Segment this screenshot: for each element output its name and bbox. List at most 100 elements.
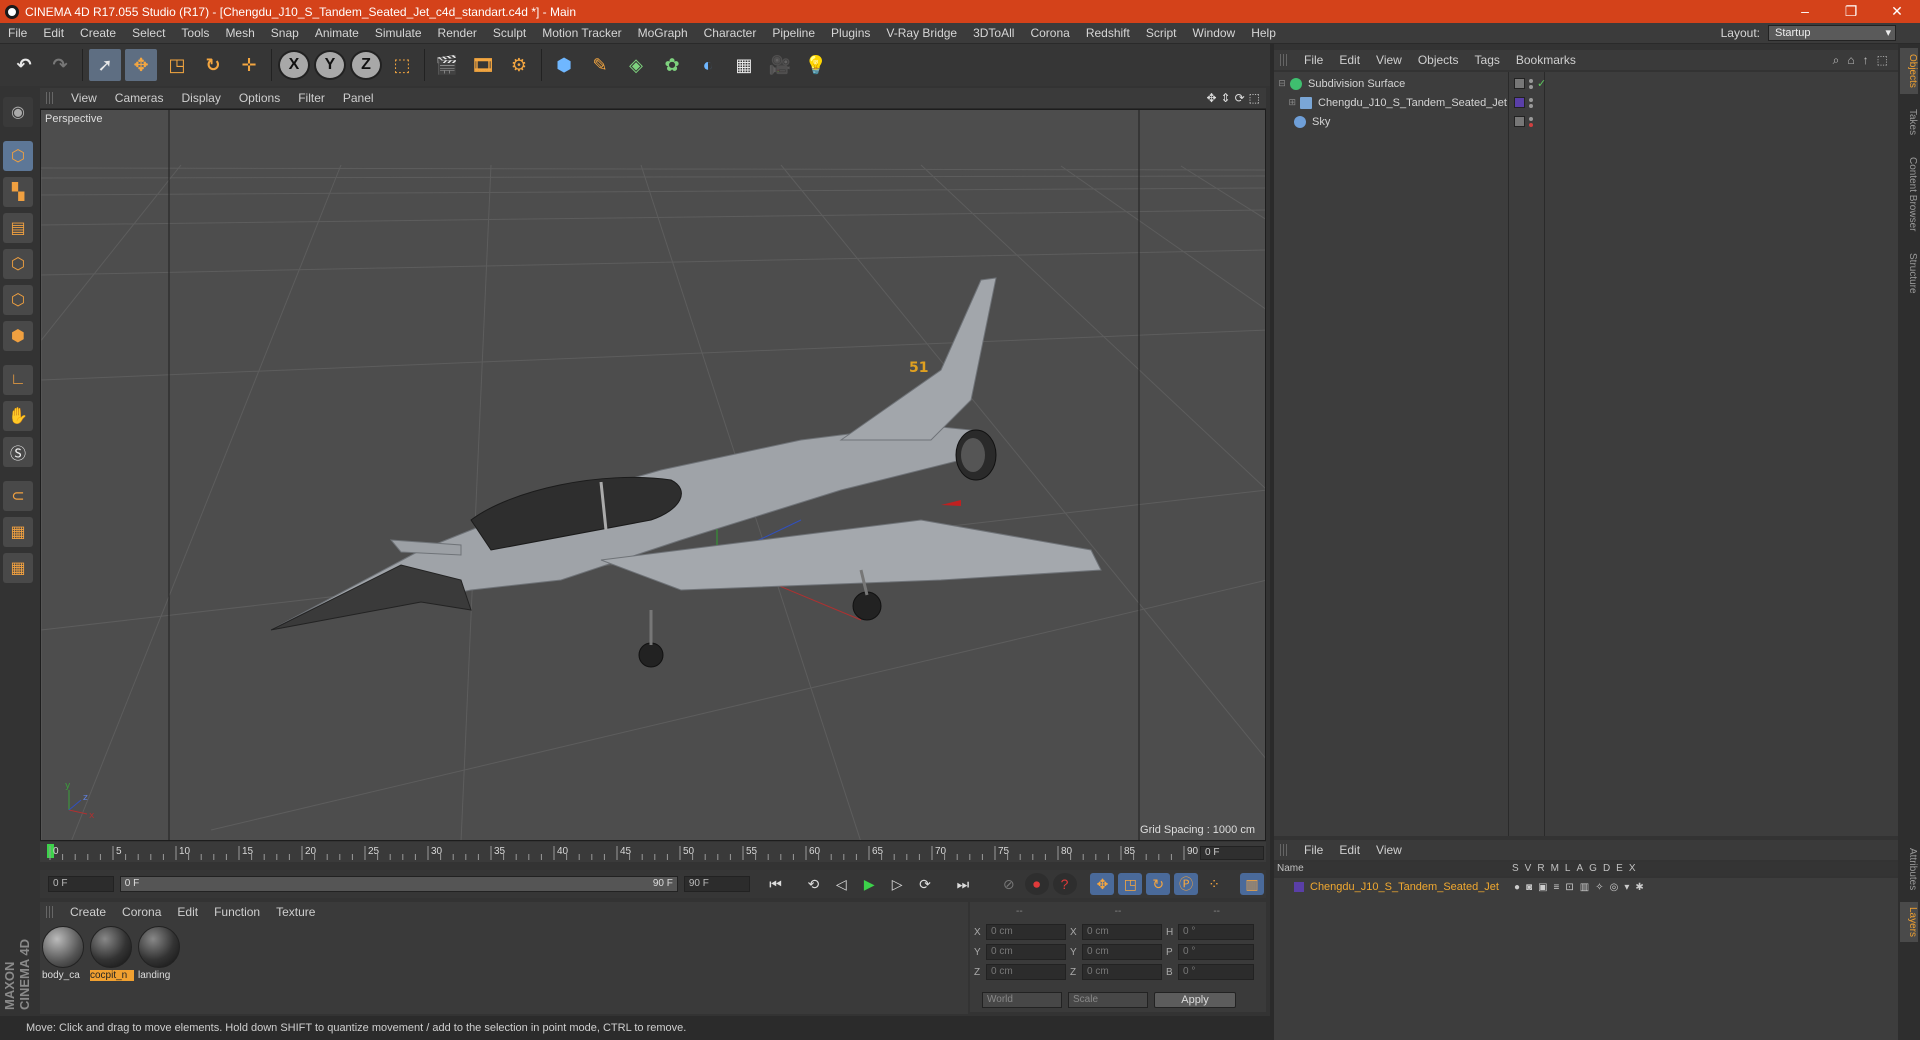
- menu-redshift[interactable]: Redshift: [1078, 26, 1138, 40]
- current-frame-field[interactable]: 0 F: [1200, 846, 1264, 860]
- position-z-field[interactable]: 0 cm: [986, 964, 1066, 980]
- timeline-window-icon[interactable]: ▥: [1239, 873, 1264, 895]
- model-mode-icon[interactable]: ⬡: [3, 141, 33, 171]
- panel-grip[interactable]: [1280, 54, 1288, 66]
- transform-tool-icon[interactable]: ✛: [233, 49, 265, 81]
- om-menu-tags[interactable]: Tags: [1467, 53, 1508, 67]
- visibility-toggle-icon[interactable]: [1514, 78, 1525, 89]
- om-menu-edit[interactable]: Edit: [1331, 53, 1368, 67]
- tab-structure[interactable]: Structure: [1900, 244, 1918, 302]
- home-icon[interactable]: ⌂: [1847, 53, 1854, 68]
- coordinate-space-select[interactable]: World: [982, 992, 1062, 1008]
- solo-mode-icon[interactable]: Ⓢ: [3, 437, 33, 467]
- move-tool-icon[interactable]: ✥: [125, 49, 157, 81]
- 3d-viewport[interactable]: 51 y x z Perspective Grid Spacing: 1000…: [40, 109, 1266, 841]
- object-row[interactable]: Sky: [1274, 112, 1898, 131]
- go-to-start-icon[interactable]: ⏮: [764, 873, 788, 895]
- menu-vray-bridge[interactable]: V-Ray Bridge: [878, 26, 965, 40]
- motion-record-icon[interactable]: ⊘: [997, 873, 1021, 895]
- om-menu-objects[interactable]: Objects: [1410, 53, 1467, 67]
- make-editable-icon[interactable]: ◉: [3, 97, 33, 127]
- viewport-move-icon[interactable]: ✥: [1206, 91, 1216, 105]
- viewport-menu-panel[interactable]: Panel: [334, 91, 383, 105]
- start-frame-field[interactable]: 0 F: [48, 876, 114, 892]
- object-row[interactable]: ⊞ Chengdu_J10_S_Tandem_Seated_Jet: [1274, 93, 1898, 112]
- menu-select[interactable]: Select: [124, 26, 173, 40]
- collapse-icon[interactable]: ⊟: [1274, 78, 1290, 89]
- floor-scene-icon[interactable]: ▦: [728, 49, 760, 81]
- viewport-menu-options[interactable]: Options: [230, 91, 289, 105]
- layer-view-icon[interactable]: ◙: [1526, 882, 1532, 893]
- menu-animate[interactable]: Animate: [307, 26, 367, 40]
- material-swatch[interactable]: landing: [138, 926, 182, 981]
- menu-character[interactable]: Character: [696, 26, 765, 40]
- layer-color-swatch[interactable]: [1294, 882, 1304, 892]
- go-to-previous-key-icon[interactable]: ⟲: [801, 873, 825, 895]
- material-menu-texture[interactable]: Texture: [268, 905, 323, 919]
- close-button[interactable]: ✕: [1874, 3, 1920, 20]
- visibility-toggle-icon[interactable]: [1514, 116, 1525, 127]
- column-divider[interactable]: [1508, 72, 1509, 836]
- step-back-icon[interactable]: ◁: [829, 873, 853, 895]
- go-to-end-icon[interactable]: ⏭: [951, 873, 975, 895]
- key-point-level-icon[interactable]: ⁘: [1202, 873, 1226, 895]
- menu-plugins[interactable]: Plugins: [823, 26, 878, 40]
- menu-help[interactable]: Help: [1243, 26, 1284, 40]
- viewport-menu-filter[interactable]: Filter: [289, 91, 334, 105]
- menu-simulate[interactable]: Simulate: [367, 26, 430, 40]
- menu-3dtoall[interactable]: 3DToAll: [965, 26, 1022, 40]
- edges-mode-icon[interactable]: ⬡: [3, 285, 33, 315]
- end-frame-field[interactable]: 90 F: [683, 876, 750, 892]
- up-arrow-icon[interactable]: ↑: [1863, 53, 1869, 68]
- menu-create[interactable]: Create: [72, 26, 124, 40]
- redo-icon[interactable]: ↷: [44, 49, 76, 81]
- viewport-toggle-icon[interactable]: ⬚: [1249, 91, 1260, 105]
- jet-model[interactable]: 51: [270, 277, 1102, 668]
- tab-content-browser[interactable]: Content Browser: [1900, 148, 1918, 240]
- layer-manager-icon[interactable]: ≡: [1554, 882, 1560, 893]
- om-menu-bookmarks[interactable]: Bookmarks: [1508, 53, 1584, 67]
- tab-objects[interactable]: Objects: [1900, 48, 1918, 94]
- key-scale-icon[interactable]: ◳: [1118, 873, 1143, 895]
- size-y-field[interactable]: 0 cm: [1082, 944, 1162, 960]
- render-view-icon[interactable]: 🎬: [431, 49, 463, 81]
- viewport-zoom-icon[interactable]: ⇕: [1221, 91, 1231, 105]
- lm-menu-edit[interactable]: Edit: [1331, 843, 1368, 857]
- material-swatch[interactable]: cocpit_n: [90, 926, 134, 981]
- go-to-next-key-icon[interactable]: ⟳: [913, 873, 937, 895]
- preview-range-slider[interactable]: 0 F 90 F: [119, 876, 678, 892]
- material-swatch[interactable]: body_ca: [42, 926, 86, 981]
- coordinate-system-icon[interactable]: ⬚: [386, 49, 418, 81]
- menu-sculpt[interactable]: Sculpt: [485, 26, 534, 40]
- menu-mograph[interactable]: MoGraph: [630, 26, 696, 40]
- workplane-lock-icon[interactable]: ▦: [3, 517, 33, 547]
- viewport-menu-view[interactable]: View: [62, 91, 106, 105]
- material-menu-create[interactable]: Create: [62, 905, 114, 919]
- rotation-b-field[interactable]: 0 °: [1178, 964, 1254, 980]
- viewport-menu-display[interactable]: Display: [172, 91, 229, 105]
- texture-mode-icon[interactable]: ▚: [3, 177, 33, 207]
- layer-color-icon[interactable]: [1514, 97, 1525, 108]
- minimize-button[interactable]: –: [1782, 3, 1828, 20]
- undo-icon[interactable]: ↶: [8, 49, 40, 81]
- material-menu-edit[interactable]: Edit: [169, 905, 206, 919]
- material-menu-function[interactable]: Function: [206, 905, 268, 919]
- key-rotation-icon[interactable]: ↻: [1146, 873, 1171, 895]
- snap-icon[interactable]: ⊂: [3, 481, 33, 511]
- menu-edit[interactable]: Edit: [35, 26, 72, 40]
- axis-mode-icon[interactable]: ∟: [3, 365, 33, 395]
- enabled-check-icon[interactable]: ✓: [1537, 77, 1546, 90]
- cloner-icon[interactable]: ✿: [656, 49, 688, 81]
- workplane-mode-icon[interactable]: ▤: [3, 213, 33, 243]
- tab-layers[interactable]: Layers: [1900, 902, 1918, 942]
- menu-window[interactable]: Window: [1185, 26, 1244, 40]
- rotation-h-field[interactable]: 0 °: [1178, 924, 1254, 940]
- y-axis-lock-button[interactable]: Y: [314, 50, 346, 80]
- x-axis-lock-button[interactable]: X: [278, 50, 310, 80]
- polygons-mode-icon[interactable]: ⬢: [3, 321, 33, 351]
- step-forward-icon[interactable]: ▷: [885, 873, 909, 895]
- layer-lock-icon[interactable]: ⊡: [1565, 882, 1573, 893]
- panel-grip[interactable]: [46, 92, 54, 104]
- menu-motion-tracker[interactable]: Motion Tracker: [534, 26, 629, 40]
- layer-animation-icon[interactable]: ▥: [1580, 882, 1589, 893]
